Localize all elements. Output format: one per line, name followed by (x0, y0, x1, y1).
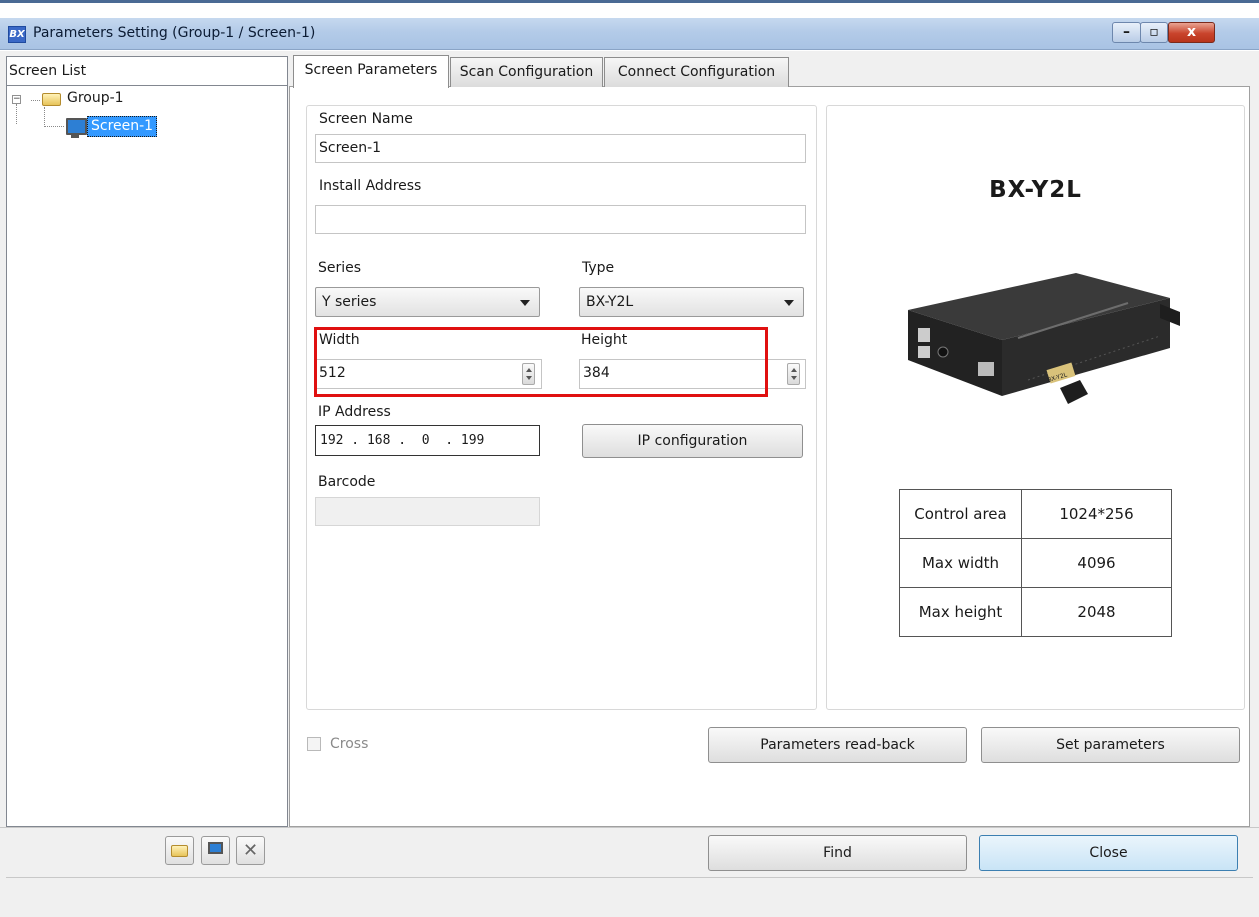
highlight-frame (314, 327, 768, 397)
tree-line (44, 107, 45, 127)
ip-address-label: IP Address (318, 404, 391, 420)
height-spinner[interactable] (787, 363, 800, 385)
install-address-field[interactable] (315, 205, 806, 234)
type-dropdown[interactable]: BX-Y2L (579, 287, 804, 317)
ip-configuration-button[interactable]: IP configuration (582, 424, 803, 458)
title-bar[interactable]: BX Parameters Setting (Group-1 / Screen-… (0, 18, 1259, 50)
tree-line (44, 126, 64, 127)
spin-up-icon (791, 368, 797, 372)
tree-line (16, 104, 17, 124)
close-icon: ✕ (242, 840, 259, 861)
tab-scan-configuration[interactable]: Scan Configuration (450, 57, 603, 87)
spec-value: 4096 (1021, 538, 1172, 588)
close-icon: x (1186, 24, 1197, 40)
spec-value: 1024*256 (1021, 489, 1172, 539)
cross-label: Cross (330, 736, 369, 752)
status-bar (6, 877, 1253, 917)
top-edge-line (0, 0, 1259, 3)
monitor-icon (208, 842, 223, 854)
screen-list-panel[interactable] (6, 56, 288, 827)
set-parameters-button[interactable]: Set parameters (981, 727, 1240, 763)
add-group-button[interactable] (165, 836, 194, 865)
tab-connect-configuration[interactable]: Connect Configuration (604, 57, 789, 87)
folder-icon (171, 845, 188, 857)
window-close-button[interactable]: x (1168, 22, 1215, 43)
maximize-icon: ▫ (1149, 24, 1159, 40)
install-address-label: Install Address (319, 178, 422, 194)
minimize-icon: – (1123, 24, 1130, 40)
table-row: Max width 4096 (899, 538, 1172, 588)
spec-key: Max height (899, 587, 1022, 637)
maximize-button[interactable]: ▫ (1140, 22, 1168, 43)
spin-down-icon (791, 376, 797, 380)
barcode-field (315, 497, 540, 526)
screen-list-header: Screen List (6, 56, 288, 86)
delete-button[interactable]: ✕ (236, 836, 265, 865)
series-label: Series (318, 260, 362, 276)
barcode-label: Barcode (318, 474, 376, 490)
ip-address-field[interactable]: 192 . 168 . 0 . 199 (315, 425, 540, 456)
screen-name-label: Screen Name (319, 111, 413, 127)
chevron-down-icon (520, 300, 530, 306)
monitor-icon (66, 118, 87, 138)
window-title: Parameters Setting (Group-1 / Screen-1) (33, 25, 316, 41)
device-model-title: BX-Y2L (989, 177, 1082, 203)
type-label: Type (582, 260, 615, 276)
screen-name-field[interactable]: Screen-1 (315, 134, 806, 163)
parameters-readback-button[interactable]: Parameters read-back (708, 727, 967, 763)
minimize-button[interactable]: – (1112, 22, 1141, 43)
table-row: Control area 1024*256 (899, 489, 1172, 539)
app-logo-icon: BX (8, 26, 26, 43)
divider (0, 827, 1259, 828)
spec-key: Max width (899, 538, 1022, 588)
spec-key: Control area (899, 489, 1022, 539)
tab-screen-parameters[interactable]: Screen Parameters (293, 55, 449, 88)
tree-item-group-1[interactable]: Group-1 (67, 90, 124, 106)
device-specs-table: Control area 1024*256 Max width 4096 Max… (899, 489, 1172, 637)
find-button[interactable]: Find (708, 835, 967, 871)
cross-checkbox[interactable] (307, 737, 321, 751)
table-row: Max height 2048 (899, 587, 1172, 637)
close-button[interactable]: Close (979, 835, 1238, 871)
spec-value: 2048 (1021, 587, 1172, 637)
add-screen-button[interactable] (201, 836, 230, 865)
type-value: BX-Y2L (586, 294, 634, 310)
series-value: Y series (322, 294, 377, 310)
device-photo: BX-Y2L (898, 268, 1180, 426)
folder-icon (42, 93, 61, 106)
tree-collapse-toggle[interactable]: − (12, 95, 21, 104)
chevron-down-icon (784, 300, 794, 306)
tree-line (31, 100, 40, 101)
series-dropdown[interactable]: Y series (315, 287, 540, 317)
tree-item-screen-1[interactable]: Screen-1 (87, 116, 158, 137)
